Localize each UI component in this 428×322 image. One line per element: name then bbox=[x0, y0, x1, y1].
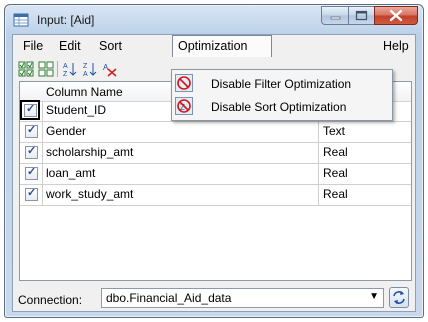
column-type: Real bbox=[323, 145, 348, 159]
column-name: Student_ID bbox=[46, 103, 107, 117]
svg-text:A: A bbox=[103, 63, 109, 72]
check-icon: ✓ bbox=[27, 187, 37, 199]
check-icon: ✓ bbox=[27, 124, 37, 136]
table-row[interactable]: ✓ scholarship_amt Real bbox=[20, 143, 411, 164]
column-name-header[interactable]: Column Name bbox=[46, 85, 123, 99]
filter-prohibited-icon bbox=[175, 74, 193, 92]
input-window: Input: [Aid] File Edit Sort Optimization… bbox=[4, 4, 424, 318]
menu-bar: File Edit Sort Optimization Help bbox=[13, 35, 415, 57]
minimize-icon bbox=[330, 16, 341, 20]
connection-select[interactable]: dbo.Financial_Aid_data ▼ bbox=[101, 288, 384, 308]
svg-text:Z: Z bbox=[83, 63, 88, 70]
optimization-dropdown-menu: Disable Filter Optimization Z Disable So… bbox=[171, 69, 393, 121]
maximize-button[interactable] bbox=[348, 6, 375, 25]
menu-item-label: Disable Filter Optimization bbox=[211, 77, 352, 91]
title-bar[interactable]: Input: [Aid] bbox=[5, 5, 423, 35]
refresh-icon bbox=[393, 291, 405, 304]
menu-file[interactable]: File bbox=[23, 39, 43, 53]
chevron-down-icon: ▼ bbox=[369, 291, 379, 302]
table-window-icon bbox=[13, 12, 29, 28]
menu-edit[interactable]: Edit bbox=[59, 39, 81, 53]
checkbox-student-id[interactable]: ✓ bbox=[20, 100, 40, 120]
table-row[interactable]: ✓ loan_amt Real bbox=[20, 164, 411, 185]
toolbar-separator bbox=[57, 61, 58, 77]
sort-prohibited-icon: Z bbox=[175, 97, 193, 115]
window-title: Input: [Aid] bbox=[37, 13, 95, 27]
check-icon: ✓ bbox=[26, 103, 36, 115]
menu-item-disable-filter-optimization[interactable]: Disable Filter Optimization bbox=[172, 73, 392, 95]
sort-descending-icon[interactable]: Z A bbox=[82, 61, 98, 78]
select-all-icon[interactable] bbox=[18, 61, 34, 77]
maximize-icon bbox=[355, 10, 368, 21]
svg-text:A: A bbox=[63, 63, 68, 70]
column-name: Gender bbox=[46, 124, 87, 138]
sort-ascending-icon[interactable]: A Z bbox=[62, 61, 78, 78]
deselect-all-icon[interactable] bbox=[38, 61, 54, 77]
svg-text:Z: Z bbox=[63, 71, 68, 77]
close-icon bbox=[389, 9, 403, 22]
checkbox-loan-amt[interactable]: ✓ bbox=[25, 166, 38, 180]
table-row[interactable]: ✓ work_study_amt Real bbox=[20, 185, 411, 206]
column-name: scholarship_amt bbox=[46, 145, 134, 159]
connection-value: dbo.Financial_Aid_data bbox=[106, 291, 232, 305]
menu-item-disable-sort-optimization[interactable]: Z Disable Sort Optimization bbox=[172, 96, 392, 118]
menu-optimization[interactable]: Optimization bbox=[178, 39, 247, 53]
column-type: Text bbox=[323, 124, 346, 138]
minimize-button[interactable] bbox=[321, 6, 349, 25]
connection-label: Connection: bbox=[18, 293, 83, 307]
column-name: loan_amt bbox=[46, 166, 96, 180]
clear-sort-icon[interactable]: A bbox=[102, 61, 118, 77]
table-row[interactable]: ✓ Gender Text bbox=[20, 122, 411, 143]
menu-item-label: Disable Sort Optimization bbox=[211, 100, 347, 114]
checkbox-work-study-amt[interactable]: ✓ bbox=[25, 187, 38, 201]
column-type: Real bbox=[323, 166, 348, 180]
column-type: Real bbox=[323, 187, 348, 201]
refresh-connection-button[interactable] bbox=[389, 287, 409, 308]
check-icon: ✓ bbox=[27, 166, 37, 178]
svg-text:A: A bbox=[83, 71, 88, 77]
menu-sort[interactable]: Sort bbox=[99, 39, 122, 53]
checkbox-gender[interactable]: ✓ bbox=[25, 124, 38, 138]
checkbox-scholarship-amt[interactable]: ✓ bbox=[25, 145, 38, 159]
check-icon: ✓ bbox=[27, 145, 37, 157]
menu-help[interactable]: Help bbox=[383, 39, 409, 53]
column-name: work_study_amt bbox=[46, 187, 134, 201]
close-button[interactable] bbox=[374, 6, 418, 25]
